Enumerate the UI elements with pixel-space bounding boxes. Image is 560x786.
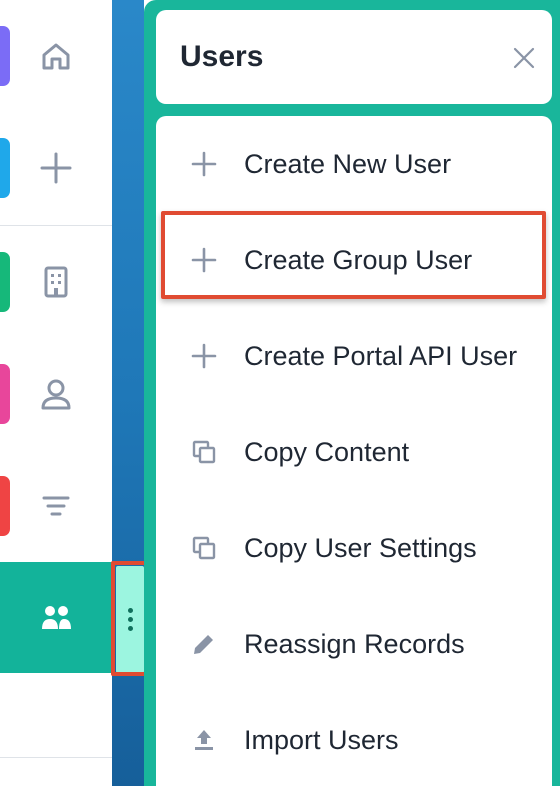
rail-divider: [0, 225, 112, 226]
sidebar-item-users[interactable]: [0, 562, 112, 673]
building-icon: [44, 266, 68, 298]
menu-item-label: Create Portal API User: [244, 340, 518, 371]
drawer-title: Users: [180, 40, 264, 73]
accent-stripe: [0, 252, 10, 312]
sidebar-item-filters[interactable]: [0, 472, 112, 540]
menu-item-label: Copy Content: [244, 436, 410, 467]
menu-item-copy-user-settings[interactable]: Copy User Settings: [156, 500, 552, 596]
kebab-dot: [127, 626, 133, 631]
sidebar-rail: [0, 0, 112, 786]
plus-icon: [191, 247, 217, 273]
copy-icon: [192, 536, 216, 560]
accent-stripe: [0, 26, 10, 86]
plus-icon: [191, 151, 217, 177]
pencil-icon: [194, 635, 213, 654]
menu-item-label: Create Group User: [244, 244, 473, 275]
accent-stripe: [0, 138, 10, 198]
sidebar-item-accounts[interactable]: [0, 248, 112, 316]
menu-item-label: Copy User Settings: [244, 532, 477, 563]
sidebar-item-create[interactable]: [0, 134, 112, 202]
sidebar-item-contacts[interactable]: [0, 360, 112, 428]
users-icon: [42, 605, 71, 629]
plus-icon: [191, 343, 217, 369]
drawer-header: Users: [156, 10, 552, 104]
home-icon: [42, 43, 70, 70]
copy-icon: [192, 440, 216, 464]
menu-item-reassign-records[interactable]: Reassign Records: [156, 596, 552, 692]
kebab-dot: [127, 617, 133, 622]
kebab-menu-button[interactable]: [116, 566, 144, 673]
menu-item-label: Create New User: [244, 148, 452, 179]
menu-item-create-portal-api-user[interactable]: Create Portal API User: [156, 308, 552, 404]
close-icon[interactable]: [512, 46, 536, 70]
menu-item-label: Reassign Records: [244, 628, 465, 659]
menu-item-create-new-user[interactable]: Create New User: [156, 116, 552, 212]
accent-stripe: [0, 476, 10, 536]
sidebar-item-home[interactable]: [0, 22, 112, 90]
accent-stripe: [0, 364, 10, 424]
menu-item-copy-content[interactable]: Copy Content: [156, 404, 552, 500]
menu-item-create-group-user[interactable]: Create Group User: [156, 212, 552, 308]
menu-item-import-users[interactable]: Import Users: [156, 692, 552, 786]
kebab-dot: [127, 608, 133, 613]
rail-divider: [0, 757, 112, 758]
upload-icon: [195, 730, 213, 750]
menu-item-label: Import Users: [244, 724, 399, 755]
filter-icon: [42, 496, 70, 516]
user-icon: [41, 379, 71, 410]
plus-icon: [40, 152, 72, 184]
drawer-menu: Create New User Create Group User Create…: [156, 116, 552, 786]
